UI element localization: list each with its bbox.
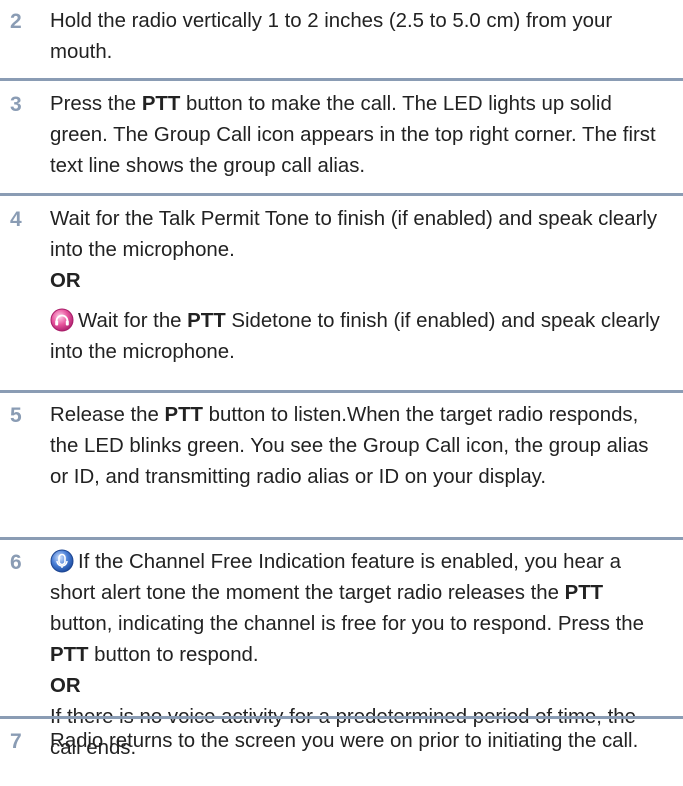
- step-number: 6: [10, 551, 22, 574]
- blue-channel-free-icon: [50, 549, 74, 573]
- or-label: OR: [50, 266, 661, 297]
- text-run: Release the: [50, 404, 165, 426]
- ptt-term: PTT: [564, 582, 604, 604]
- text-run: button, indicating the channel is free f…: [50, 613, 644, 635]
- divider-rule: [0, 716, 683, 719]
- step-number: 5: [10, 404, 22, 427]
- step-number: 3: [10, 93, 22, 116]
- text-run: If the Channel Free Indication feature i…: [50, 551, 621, 604]
- step-text: Release the PTT button to listen.When th…: [50, 400, 661, 493]
- step-6-text: If the Channel Free Indication feature i…: [50, 547, 661, 671]
- step-text: Hold the radio vertically 1 to 2 inches …: [50, 6, 661, 68]
- step-text: Press the PTT button to make the call. T…: [50, 89, 661, 182]
- divider-rule: [0, 537, 683, 540]
- ptt-term: PTT: [50, 644, 89, 666]
- ptt-term: PTT: [164, 404, 204, 426]
- procedure-steps: 2 Hold the radio vertically 1 to 2 inche…: [0, 0, 683, 786]
- step-number: 4: [10, 208, 22, 231]
- or-label: OR: [50, 671, 661, 702]
- ptt-term: PTT: [141, 93, 181, 115]
- step-text: Wait for the Talk Permit Tone to finish …: [50, 204, 661, 368]
- step-4-alt-text: Wait for the PTT Sidetone to finish (if …: [50, 306, 661, 368]
- or-text: OR: [50, 675, 81, 697]
- or-text: OR: [50, 270, 81, 292]
- step-number: 2: [10, 10, 22, 33]
- text-run: Press the: [50, 93, 142, 115]
- pink-headset-icon: [50, 308, 74, 332]
- divider-rule: [0, 193, 683, 196]
- text-run: Wait for the: [78, 310, 188, 332]
- ptt-term: PTT: [187, 310, 226, 332]
- step-7-text: Radio returns to the screen you were on …: [50, 730, 639, 752]
- step-2-text: Hold the radio vertically 1 to 2 inches …: [50, 10, 613, 63]
- text-run: button to respond.: [88, 644, 259, 666]
- divider-rule: [0, 78, 683, 81]
- divider-rule: [0, 390, 683, 393]
- step-3-text: Press the PTT button to make the call. T…: [50, 89, 661, 182]
- step-text: Radio returns to the screen you were on …: [50, 726, 661, 757]
- step-5-text: Release the PTT button to listen.When th…: [50, 400, 661, 493]
- step-4-text: Wait for the Talk Permit Tone to finish …: [50, 208, 658, 261]
- step-number: 7: [10, 730, 22, 753]
